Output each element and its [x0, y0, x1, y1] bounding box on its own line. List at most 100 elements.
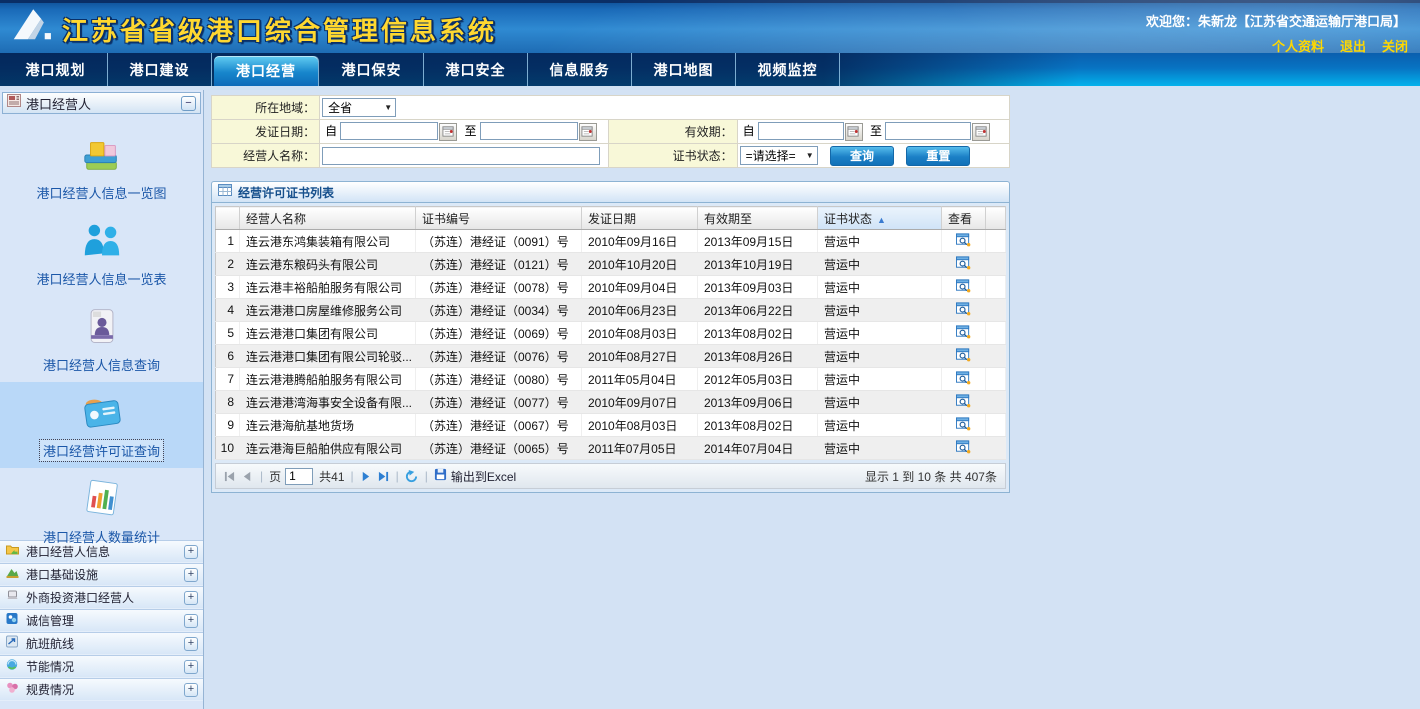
- expand-button[interactable]: +: [184, 637, 198, 651]
- reset-button[interactable]: 重置: [906, 146, 970, 166]
- accordion-header[interactable]: 规费情况+: [0, 678, 203, 701]
- header-link[interactable]: 退出: [1340, 39, 1366, 54]
- table-row[interactable]: 9连云港海航基地货场（苏连）港经证（0067）号2010年08月03日2013年…: [216, 414, 1006, 437]
- view-button[interactable]: [942, 230, 986, 253]
- cert-no-cell: （苏连）港经证（0078）号: [416, 276, 582, 299]
- expand-button[interactable]: +: [184, 660, 198, 674]
- view-button[interactable]: [942, 437, 986, 460]
- next-page-icon[interactable]: [360, 471, 371, 482]
- region-label: 所在地域：: [212, 96, 320, 120]
- table-row[interactable]: 7连云港港腾船舶服务有限公司（苏连）港经证（0080）号2011年05月04日2…: [216, 368, 1006, 391]
- row-number: 4: [216, 299, 240, 322]
- filler-cell: [986, 230, 1006, 253]
- refresh-icon[interactable]: [405, 470, 418, 483]
- table-row[interactable]: 10连云港海巨船舶供应有限公司（苏连）港经证（0065）号2011年07月05日…: [216, 437, 1006, 460]
- nav-tab[interactable]: 港口安全: [424, 53, 528, 86]
- accordion-header[interactable]: 外商投资港口经营人+: [0, 586, 203, 609]
- status-select-value: =请选择=: [746, 147, 796, 164]
- column-header[interactable]: 查看: [942, 207, 986, 230]
- expand-button[interactable]: +: [184, 591, 198, 605]
- column-header[interactable]: 经营人名称: [240, 207, 416, 230]
- row-number: 5: [216, 322, 240, 345]
- accordion-header[interactable]: 航班航线+: [0, 632, 203, 655]
- from-label: 自: [325, 124, 337, 138]
- energy-icon: [5, 658, 20, 676]
- view-button[interactable]: [942, 345, 986, 368]
- sidebar-panel-header[interactable]: 港口经营人 −: [2, 92, 201, 114]
- table-row[interactable]: 2连云港东粮码头有限公司（苏连）港经证（0121）号2010年10月20日201…: [216, 253, 1006, 276]
- region-select[interactable]: 全省 ▼: [322, 98, 396, 117]
- nav-tab[interactable]: 港口建设: [108, 53, 212, 86]
- nav-tab[interactable]: 港口地图: [632, 53, 736, 86]
- calendar-icon[interactable]: [845, 123, 863, 141]
- sidebar-item[interactable]: 港口经营许可证查询: [0, 382, 203, 468]
- issue-date-to-input[interactable]: [480, 122, 578, 140]
- view-button[interactable]: [942, 414, 986, 437]
- valid-until-cell: 2013年08月02日: [698, 322, 818, 345]
- validity-from-input[interactable]: [758, 122, 844, 140]
- page-number-input[interactable]: [285, 468, 313, 485]
- boxes-icon: [0, 132, 203, 178]
- chevron-down-icon: ▼: [806, 151, 814, 160]
- accordion-header[interactable]: 节能情况+: [0, 655, 203, 678]
- header-link[interactable]: 关闭: [1382, 39, 1408, 54]
- expand-button[interactable]: +: [184, 614, 198, 628]
- nav-tab[interactable]: 港口规划: [4, 53, 108, 86]
- table-row[interactable]: 6连云港港口集团有限公司轮驳...（苏连）港经证（0076）号2010年08月2…: [216, 345, 1006, 368]
- column-header[interactable]: 证书状态▲: [818, 207, 942, 230]
- view-button[interactable]: [942, 276, 986, 299]
- nav-tab[interactable]: 港口经营: [214, 56, 318, 86]
- status-select[interactable]: =请选择= ▼: [740, 146, 818, 165]
- expand-button[interactable]: +: [184, 683, 198, 697]
- table-row[interactable]: 3连云港丰裕船舶服务有限公司（苏连）港经证（0078）号2010年09月04日2…: [216, 276, 1006, 299]
- column-header[interactable]: 证书编号: [416, 207, 582, 230]
- valid-until-cell: 2013年09月03日: [698, 276, 818, 299]
- collapse-button[interactable]: −: [181, 96, 196, 111]
- nav-tab[interactable]: 信息服务: [528, 53, 632, 86]
- view-button[interactable]: [942, 253, 986, 276]
- calendar-icon[interactable]: [579, 123, 597, 141]
- calendar-icon[interactable]: [439, 123, 457, 141]
- issue-date-from-input[interactable]: [340, 122, 438, 140]
- table-row[interactable]: 4连云港港口房屋维修服务公司（苏连）港经证（0034）号2010年06月23日2…: [216, 299, 1006, 322]
- column-header[interactable]: 发证日期: [582, 207, 698, 230]
- operator-name-input[interactable]: [322, 147, 600, 165]
- view-button[interactable]: [942, 391, 986, 414]
- view-button[interactable]: [942, 299, 986, 322]
- valid-until-cell: 2013年08月26日: [698, 345, 818, 368]
- sidebar-item[interactable]: 港口经营人信息查询: [0, 296, 203, 382]
- nav-tab[interactable]: 港口保安: [320, 53, 424, 86]
- first-page-icon[interactable]: [224, 471, 235, 482]
- valid-until-cell: 2013年10月19日: [698, 253, 818, 276]
- expand-button[interactable]: +: [184, 568, 198, 582]
- operator-name-label: 经营人名称：: [212, 144, 320, 168]
- sidebar-item[interactable]: 港口经营人信息一览图: [0, 124, 203, 210]
- sidebar-item-label: 港口经营人信息一览表: [33, 268, 169, 289]
- view-button[interactable]: [942, 368, 986, 391]
- credit-icon: [5, 612, 20, 630]
- table-row[interactable]: 8连云港港湾海事安全设备有限...（苏连）港经证（0077）号2010年09月0…: [216, 391, 1006, 414]
- sort-asc-icon: ▲: [877, 215, 886, 225]
- sidebar-item[interactable]: 港口经营人信息一览表: [0, 210, 203, 296]
- header-link[interactable]: 个人资料: [1272, 39, 1324, 54]
- issue-date-cell: 2010年08月03日: [582, 414, 698, 437]
- accordion-label: 外商投资港口经营人: [26, 589, 184, 606]
- expand-button[interactable]: +: [184, 545, 198, 559]
- view-button[interactable]: [942, 322, 986, 345]
- prev-page-icon[interactable]: [242, 471, 253, 482]
- calendar-icon[interactable]: [972, 123, 990, 141]
- table-row[interactable]: 1连云港东鸿集装箱有限公司（苏连）港经证（0091）号2010年09月16日20…: [216, 230, 1006, 253]
- status-cell: 营运中: [818, 322, 942, 345]
- last-page-icon[interactable]: [378, 471, 389, 482]
- validity-to-input[interactable]: [885, 122, 971, 140]
- accordion-header[interactable]: 港口基础设施+: [0, 563, 203, 586]
- table-row[interactable]: 5连云港港口集团有限公司（苏连）港经证（0069）号2010年08月03日201…: [216, 322, 1006, 345]
- column-header[interactable]: 有效期至: [698, 207, 818, 230]
- nav-tab[interactable]: 视频监控: [736, 53, 840, 86]
- query-button[interactable]: 查询: [830, 146, 894, 166]
- cert-no-cell: （苏连）港经证（0121）号: [416, 253, 582, 276]
- export-excel-button[interactable]: 输出到Excel: [434, 468, 516, 485]
- accordion-header[interactable]: 港口经营人信息+: [0, 540, 203, 563]
- sidebar-item-label: 港口经营人信息一览图: [33, 182, 169, 203]
- accordion-header[interactable]: 诚信管理+: [0, 609, 203, 632]
